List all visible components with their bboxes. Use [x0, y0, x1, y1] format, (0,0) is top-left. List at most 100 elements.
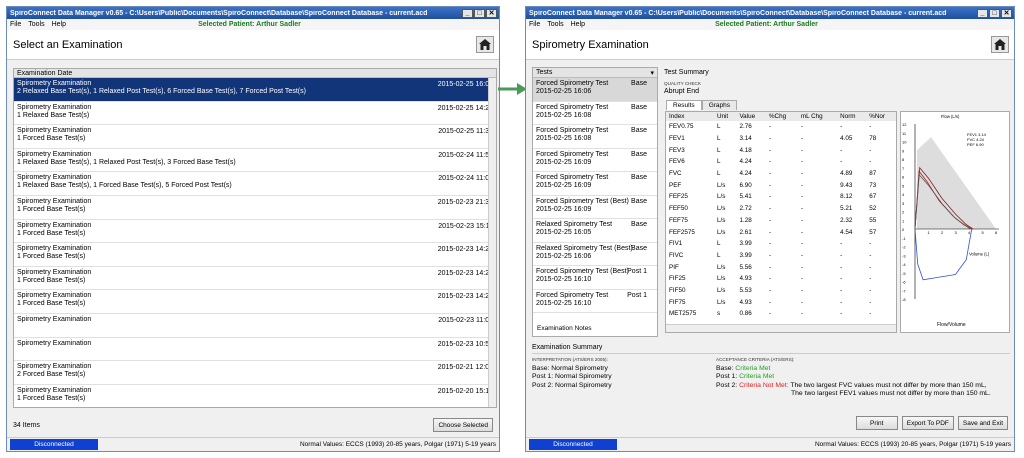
table-row[interactable]: PEF L/s 6.90 - - 9.43 73 — [666, 179, 896, 191]
column-header[interactable]: mL Chg — [797, 112, 838, 121]
examination-row[interactable]: Spirometry Examination 1 Relaxed Base Tes… — [14, 172, 496, 196]
table-cell: - — [800, 216, 803, 224]
home-button[interactable] — [476, 36, 494, 53]
test-row[interactable]: Forced Spirometry Test 2015-02-25 16:06 Ba… — [533, 78, 657, 102]
table-row[interactable]: FIVC L 3.99 - - - - — [666, 250, 896, 262]
print-button[interactable]: Print — [855, 416, 898, 430]
choose-selected-button[interactable]: Choose Selected — [433, 418, 493, 432]
x-axis-label: Volume (L) — [969, 251, 990, 256]
list-header[interactable]: Examination Date — [14, 69, 496, 78]
home-button[interactable] — [991, 36, 1009, 53]
table-cell: FVC — [669, 170, 682, 178]
examination-row[interactable]: Spirometry Examination 1 Forced Base Test… — [14, 125, 496, 149]
accept-post2-phase: Post 2: — [716, 381, 738, 389]
test-row[interactable]: Relaxed Spirometry Test 2015-02-25 16:05 B… — [533, 219, 657, 243]
examination-row[interactable]: Spirometry Examination 1 Relaxed Base Tes… — [14, 102, 496, 126]
maximize-button[interactable]: □ — [474, 8, 485, 18]
table-row[interactable]: FIV1 L 3.99 - - - - — [666, 238, 896, 250]
table-cell: - — [800, 205, 803, 213]
menu-file[interactable]: File — [529, 21, 540, 28]
horizontal-scrollbar[interactable] — [666, 324, 896, 332]
tests-list[interactable]: Tests ▾ Forced Spirometry Test 2015-02-25 … — [532, 67, 658, 332]
export-pdf-button[interactable]: Export To PDF — [901, 416, 954, 430]
table-row[interactable]: FVC L 4.24 - - 4.89 87 — [666, 168, 896, 180]
test-row[interactable]: Forced Spirometry Test (Best) 2015-02-25 … — [533, 196, 657, 219]
test-row[interactable]: Forced Spirometry Test 2015-02-25 16:08 Ba… — [533, 102, 657, 125]
test-row[interactable]: Forced Spirometry Test (Best) 2015-02-25 … — [533, 266, 657, 290]
test-row[interactable]: Forced Spirometry Test 2015-02-25 16:09 Ba… — [533, 172, 657, 196]
examination-list[interactable]: Examination Date Spirometry Examination 2… — [13, 68, 497, 408]
exam-name: Spirometry Examination — [17, 80, 92, 87]
table-row[interactable]: FIF25 L/s 4.93 - - - - — [666, 273, 896, 285]
test-phase: Base — [631, 221, 647, 228]
table-row[interactable]: FEF2575 L/s 2.61 - - 4.54 57 — [666, 226, 896, 238]
inspiratory-curve — [914, 228, 973, 281]
examination-row[interactable]: Spirometry Examination 2 Relaxed Base Tes… — [14, 78, 496, 102]
y-tick-label: -3 — [902, 253, 906, 258]
exam-detail: 1 Forced Base Test(s) — [17, 300, 86, 308]
close-button[interactable]: ✕ — [1001, 8, 1012, 18]
table-row[interactable]: FEV0.75 L 2.76 - - - - — [666, 121, 896, 133]
examination-row[interactable]: Spirometry Examination 1 Relaxed Base Tes… — [14, 149, 496, 173]
interpretation-label: INTERPRETATION (ATS/ERS 2005): — [532, 357, 608, 362]
menu-tools[interactable]: Tools — [28, 21, 44, 28]
examination-row[interactable]: Spirometry Examination 1 Forced Base Test… — [14, 196, 496, 220]
examination-row[interactable]: Spirometry Examination 2015-02-23 10:56 — [14, 338, 496, 362]
examination-row[interactable]: Spirometry Examination 2 Forced Base Test… — [14, 361, 496, 385]
minimize-button[interactable]: _ — [977, 8, 988, 18]
test-row[interactable]: Forced Spirometry Test 2015-02-25 16:08 Ba… — [533, 125, 657, 149]
examination-row[interactable]: Spirometry Examination 1 Forced Base Test… — [14, 220, 496, 244]
table-cell: 4.54 — [840, 228, 853, 236]
table-cell: - — [800, 181, 803, 189]
table-row[interactable]: FEF25 L/s 5.41 - - 8.12 67 — [666, 191, 896, 203]
column-header[interactable]: %Chg — [765, 112, 798, 121]
tab-results[interactable]: Results — [666, 100, 702, 110]
chevron-down-icon[interactable]: ▾ — [650, 69, 654, 77]
list-scrollbar[interactable] — [488, 78, 496, 407]
page-header: Spirometry Examination — [526, 30, 1014, 60]
table-row[interactable]: FEF75 L/s 1.28 - - 2.32 55 — [666, 215, 896, 227]
table-row[interactable]: FIF75 L/s 4.93 - - - - — [666, 296, 896, 308]
test-row[interactable]: Relaxed Spirometry Test (Best) 2015-02-25… — [533, 243, 657, 266]
tab-graphs[interactable]: Graphs — [701, 100, 738, 110]
examination-row[interactable]: Spirometry Examination 1 Forced Base Test… — [14, 267, 496, 291]
examination-row[interactable]: Spirometry Examination 1 Forced Base Test… — [14, 243, 496, 267]
table-row[interactable]: FEV3 L 4.18 - - - - — [666, 144, 896, 156]
table-row[interactable]: FEV6 L 4.24 - - - - — [666, 156, 896, 168]
column-header[interactable]: Norm — [837, 112, 867, 121]
table-row[interactable]: PIF L/s 5.56 - - - - — [666, 261, 896, 273]
table-cell: FEF25 — [669, 193, 688, 201]
menu-help[interactable]: Help — [571, 21, 585, 28]
test-row[interactable]: Forced Spirometry Test 2015-02-25 16:10 Po… — [533, 290, 657, 313]
column-header[interactable]: Index — [666, 112, 714, 121]
exam-date: 2015-02-23 10:56 — [437, 340, 493, 348]
tests-header[interactable]: Tests ▾ — [533, 68, 657, 78]
examination-row[interactable]: Spirometry Examination 2015-02-23 11:08 — [14, 314, 496, 338]
table-row[interactable]: FIF50 L/s 5.53 - - - - — [666, 285, 896, 297]
minimize-button[interactable]: _ — [462, 8, 473, 18]
column-examination-date[interactable]: Examination Date — [17, 70, 72, 77]
table-row[interactable]: FEV1 L 3.14 - - 4.05 78 — [666, 133, 896, 145]
close-button[interactable]: ✕ — [486, 8, 497, 18]
maximize-button[interactable]: □ — [989, 8, 1000, 18]
table-row[interactable]: MET2575 s 0.86 - - - - — [666, 308, 896, 320]
test-row[interactable]: Forced Spirometry Test 2015-02-25 16:09 Ba… — [533, 149, 657, 172]
table-cell: 5.56 — [739, 263, 752, 271]
examination-notes[interactable]: Examination Notes — [532, 325, 658, 337]
table-cell: 5.41 — [739, 193, 752, 201]
table-cell: - — [800, 146, 803, 154]
table-row[interactable]: FEF50 L/s 2.72 - - 5.21 52 — [666, 203, 896, 215]
x-tick-label: 5 — [982, 230, 985, 235]
column-header[interactable]: %Nor — [866, 112, 896, 121]
table-cell: MET2575 — [669, 310, 697, 318]
menu-file[interactable]: File — [10, 21, 21, 28]
table-cell: - — [840, 123, 843, 131]
save-exit-button[interactable]: Save and Exit — [957, 416, 1008, 430]
column-header[interactable]: Value — [736, 112, 766, 121]
menu-tools[interactable]: Tools — [547, 21, 563, 28]
examination-row[interactable]: Spirometry Examination 1 Forced Base Test… — [14, 290, 496, 314]
column-header[interactable]: Unit — [713, 112, 737, 121]
table-cell: - — [768, 193, 772, 201]
examination-row[interactable]: Spirometry Examination 1 Forced Base Test… — [14, 385, 496, 407]
menu-help[interactable]: Help — [52, 21, 66, 28]
